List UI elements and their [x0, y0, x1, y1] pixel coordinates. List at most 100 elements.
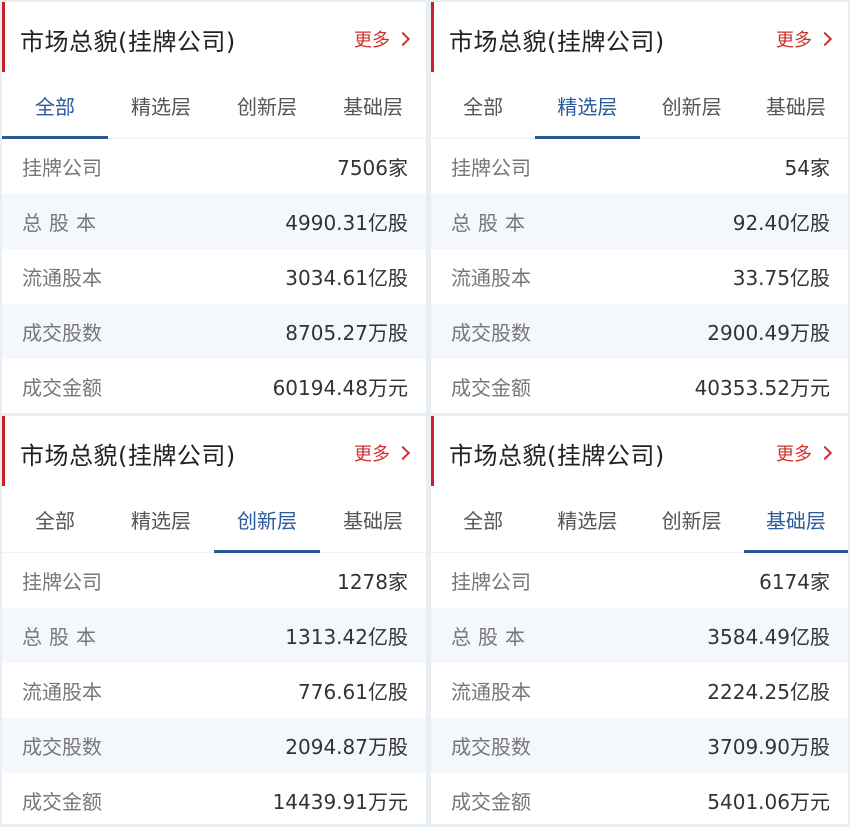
chevron-right-icon [817, 445, 833, 461]
stat-value: 14439.91万元 [272, 790, 408, 814]
market-overview-panel-innovation: 市场总貌(挂牌公司) 更多 全部 精选层 创新层 基础层 挂牌公司 1278家 总… [2, 416, 426, 824]
stat-value: 2224.25亿股 [707, 680, 830, 704]
accent-bar [2, 2, 5, 72]
stat-label: 成交股数 [22, 321, 102, 345]
more-label: 更多 [776, 30, 812, 51]
stat-value: 1313.42亿股 [285, 625, 408, 649]
tab-featured[interactable]: 精选层 [535, 486, 639, 552]
stats-list: 挂牌公司 6174家 总股本 3584.49亿股 流通股本 2224.25亿股 成交股… [431, 553, 848, 824]
tab-innovation[interactable]: 创新层 [640, 486, 744, 552]
chevron-right-icon [395, 445, 411, 461]
stat-label: 挂牌公司 [22, 156, 102, 180]
stats-list: 挂牌公司 54家 总股本 92.40亿股 流通股本 33.75亿股 成交股数 2900.… [431, 139, 848, 413]
stat-label: 流通股本 [451, 680, 531, 704]
stat-value: 33.75亿股 [732, 266, 830, 290]
more-label: 更多 [776, 444, 812, 465]
more-link[interactable]: 更多 [354, 440, 411, 466]
stat-value: 3584.49亿股 [707, 625, 830, 649]
panel-header: 市场总貌(挂牌公司) 更多 [431, 416, 848, 486]
stat-row-float-shares: 流通股本 776.61亿股 [2, 663, 426, 718]
tab-all[interactable]: 全部 [2, 486, 108, 552]
tab-featured[interactable]: 精选层 [108, 486, 214, 552]
stat-label: 挂牌公司 [451, 570, 531, 594]
stat-row-float-shares: 流通股本 2224.25亿股 [431, 663, 848, 718]
stat-value: 2900.49万股 [707, 321, 830, 345]
stat-row-turnover: 成交金额 40353.52万元 [431, 359, 848, 413]
stat-label: 总股本 [22, 211, 103, 235]
stat-value: 6174家 [759, 570, 830, 594]
stat-row-total-shares: 总股本 1313.42亿股 [2, 608, 426, 663]
market-overview-panel-featured: 市场总貌(挂牌公司) 更多 全部 精选层 创新层 基础层 挂牌公司 54家 总股本… [431, 2, 848, 413]
panel-title: 市场总貌(挂牌公司) [449, 442, 665, 470]
stat-label: 总股本 [451, 625, 532, 649]
tab-featured[interactable]: 精选层 [108, 72, 214, 138]
stat-row-listed-companies: 挂牌公司 7506家 [2, 139, 426, 194]
accent-bar [431, 416, 434, 486]
tab-bar: 全部 精选层 创新层 基础层 [431, 486, 848, 553]
stat-row-volume: 成交股数 8705.27万股 [2, 304, 426, 359]
stat-value: 4990.31亿股 [285, 211, 408, 235]
stat-value: 8705.27万股 [285, 321, 408, 345]
stat-row-listed-companies: 挂牌公司 1278家 [2, 553, 426, 608]
panel-header: 市场总貌(挂牌公司) 更多 [2, 2, 426, 72]
stat-row-volume: 成交股数 2094.87万股 [2, 718, 426, 773]
stat-row-listed-companies: 挂牌公司 6174家 [431, 553, 848, 608]
panel-header: 市场总貌(挂牌公司) 更多 [2, 416, 426, 486]
tab-basic[interactable]: 基础层 [744, 72, 848, 138]
more-link[interactable]: 更多 [354, 26, 411, 52]
panel-title: 市场总貌(挂牌公司) [449, 28, 665, 56]
stat-label: 总股本 [22, 625, 103, 649]
market-overview-panel-all: 市场总貌(挂牌公司) 更多 全部 精选层 创新层 基础层 挂牌公司 7506家 总… [2, 2, 426, 413]
tab-basic[interactable]: 基础层 [320, 72, 426, 138]
tab-bar: 全部 精选层 创新层 基础层 [2, 486, 426, 553]
stat-value: 776.61亿股 [298, 680, 408, 704]
stat-value: 5401.06万元 [707, 790, 830, 814]
stat-row-float-shares: 流通股本 3034.61亿股 [2, 249, 426, 304]
tab-all[interactable]: 全部 [431, 486, 535, 552]
chevron-right-icon [395, 31, 411, 47]
stat-label: 成交股数 [22, 735, 102, 759]
market-overview-panel-basic: 市场总貌(挂牌公司) 更多 全部 精选层 创新层 基础层 挂牌公司 6174家 总… [431, 416, 848, 824]
stat-row-turnover: 成交金额 60194.48万元 [2, 359, 426, 413]
tab-innovation[interactable]: 创新层 [640, 72, 744, 138]
stat-label: 成交金额 [451, 376, 531, 400]
panel-title: 市场总貌(挂牌公司) [20, 442, 236, 470]
stat-value: 3709.90万股 [707, 735, 830, 759]
tab-bar: 全部 精选层 创新层 基础层 [431, 72, 848, 139]
tab-innovation[interactable]: 创新层 [214, 486, 320, 553]
more-label: 更多 [354, 444, 390, 465]
more-link[interactable]: 更多 [776, 440, 833, 466]
stat-label: 流通股本 [22, 266, 102, 290]
stat-label: 成交金额 [22, 790, 102, 814]
stat-label: 成交金额 [22, 376, 102, 400]
stat-label: 总股本 [451, 211, 532, 235]
stat-row-turnover: 成交金额 14439.91万元 [2, 773, 426, 824]
tab-basic[interactable]: 基础层 [320, 486, 426, 552]
more-link[interactable]: 更多 [776, 26, 833, 52]
stat-row-volume: 成交股数 2900.49万股 [431, 304, 848, 359]
stat-label: 挂牌公司 [451, 156, 531, 180]
stat-row-total-shares: 总股本 3584.49亿股 [431, 608, 848, 663]
stat-row-turnover: 成交金额 5401.06万元 [431, 773, 848, 824]
stat-value: 92.40亿股 [732, 211, 830, 235]
stat-row-float-shares: 流通股本 33.75亿股 [431, 249, 848, 304]
stat-label: 成交股数 [451, 321, 531, 345]
panel-header: 市场总貌(挂牌公司) 更多 [431, 2, 848, 72]
tab-innovation[interactable]: 创新层 [214, 72, 320, 138]
stat-value: 54家 [784, 156, 830, 180]
accent-bar [431, 2, 434, 72]
tab-featured[interactable]: 精选层 [535, 72, 640, 139]
stat-label: 挂牌公司 [22, 570, 102, 594]
stat-label: 流通股本 [451, 266, 531, 290]
accent-bar [2, 416, 5, 486]
tab-basic[interactable]: 基础层 [743, 486, 848, 553]
stat-value: 2094.87万股 [285, 735, 408, 759]
stat-value: 1278家 [337, 570, 408, 594]
stat-label: 成交股数 [451, 735, 531, 759]
more-label: 更多 [354, 30, 390, 51]
tab-all[interactable]: 全部 [431, 72, 535, 138]
stat-label: 成交金额 [451, 790, 531, 814]
chevron-right-icon [817, 31, 833, 47]
tab-all[interactable]: 全部 [2, 72, 108, 139]
panel-title: 市场总貌(挂牌公司) [20, 28, 236, 56]
